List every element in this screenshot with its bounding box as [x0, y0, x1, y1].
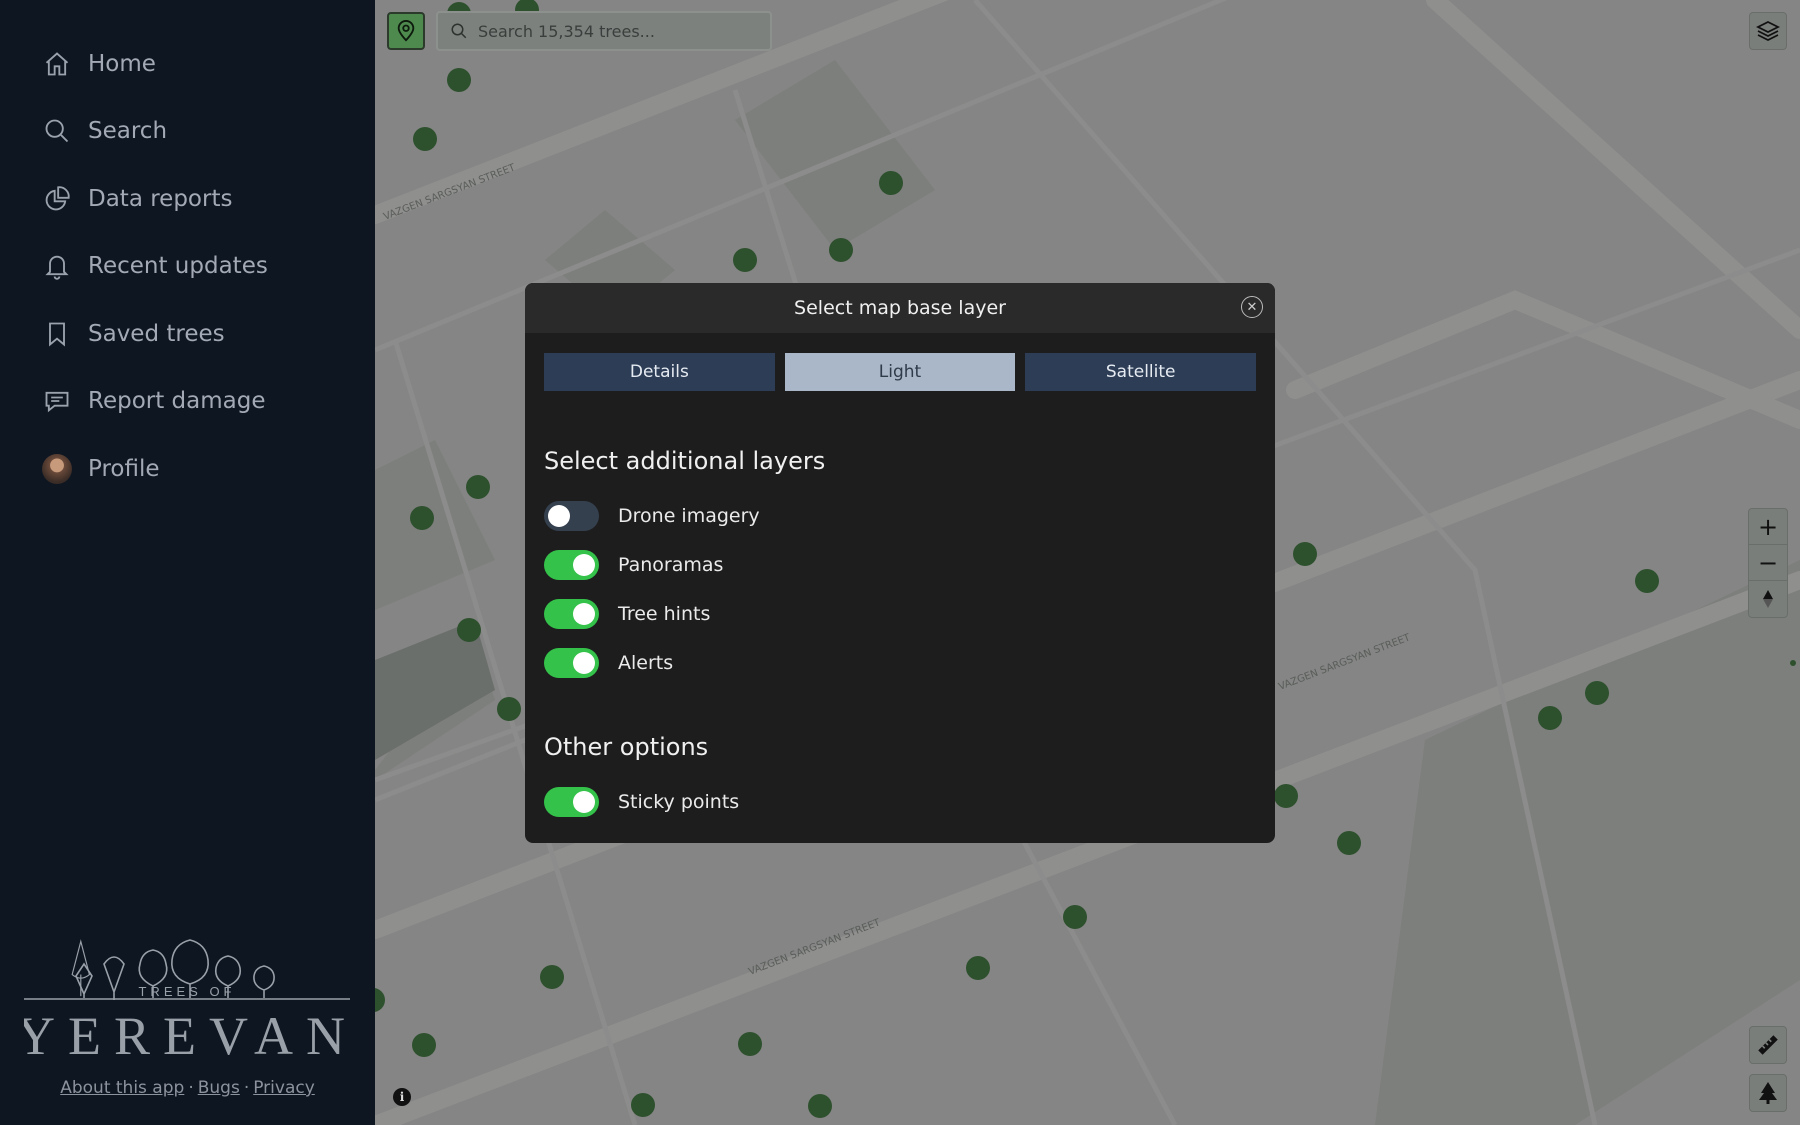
toggle-label: Sticky points: [618, 790, 740, 813]
sidebar-item-home[interactable]: Home: [0, 30, 375, 98]
sidebar-item-label: Report damage: [88, 388, 266, 415]
bookmark-icon: [42, 319, 72, 349]
base-layer-satellite[interactable]: Satellite: [1025, 353, 1257, 391]
layer-row-drone-imagery: Drone imagery: [525, 491, 1275, 540]
map-search[interactable]: [436, 11, 772, 51]
ruler-icon: [1758, 1035, 1778, 1055]
pie-chart-icon: [42, 184, 72, 214]
sidebar-item-label: Search: [88, 118, 168, 145]
sidebar: Home Search Data reports Recent updates …: [0, 0, 375, 1125]
base-layer-selector: Details Light Satellite: [525, 333, 1275, 391]
sidebar-item-label: Recent updates: [88, 253, 268, 280]
sidebar-item-profile[interactable]: Profile: [0, 435, 375, 503]
panoramas-toggle[interactable]: [544, 549, 599, 580]
sidebar-item-saved-trees[interactable]: Saved trees: [0, 300, 375, 368]
search-icon: [42, 116, 72, 146]
sidebar-item-search[interactable]: Search: [0, 98, 375, 166]
avatar: [42, 453, 72, 484]
toggle-label: Tree hints: [618, 602, 711, 625]
toggle-label: Panoramas: [618, 553, 724, 576]
sidebar-item-label: Saved trees: [88, 320, 225, 347]
other-options-heading: Other options: [544, 733, 709, 761]
add-tree-button[interactable]: [1749, 1074, 1787, 1112]
compass-icon: [1763, 590, 1773, 608]
sticky-points-toggle[interactable]: [544, 786, 599, 817]
search-input[interactable]: [478, 21, 758, 41]
sidebar-item-data-reports[interactable]: Data reports: [0, 165, 375, 233]
other-options-list: Sticky points: [525, 777, 1275, 826]
privacy-link[interactable]: Privacy: [253, 1078, 315, 1098]
search-icon: [451, 23, 467, 39]
dialog-header: Select map base layer ✕: [525, 283, 1275, 333]
zoom-in-button[interactable]: +: [1749, 509, 1787, 545]
info-button[interactable]: i: [393, 1088, 411, 1106]
base-layer-details[interactable]: Details: [544, 353, 775, 391]
additional-layers-heading: Select additional layers: [544, 447, 826, 475]
footer-links: About this app · Bugs · Privacy: [0, 1078, 375, 1098]
sidebar-item-label: Home: [88, 50, 156, 77]
layers-button[interactable]: [1749, 12, 1787, 50]
layer-row-alerts: Alerts: [525, 638, 1275, 687]
alerts-toggle[interactable]: [544, 647, 599, 678]
option-row-sticky-points: Sticky points: [525, 777, 1275, 826]
toggle-label: Drone imagery: [618, 504, 760, 527]
layers-icon: [1756, 20, 1780, 42]
dialog-title: Select map base layer: [794, 297, 1006, 319]
tree-hints-toggle[interactable]: [544, 598, 599, 629]
compass-button[interactable]: [1749, 581, 1787, 617]
about-link[interactable]: About this app: [60, 1078, 184, 1098]
map-pin-icon: [397, 20, 415, 42]
additional-layers-list: Drone imagery Panoramas Tree hints Alert…: [525, 491, 1275, 687]
measure-button[interactable]: [1749, 1026, 1787, 1064]
footer-separator: ·: [188, 1078, 194, 1098]
drone-imagery-toggle[interactable]: [544, 500, 599, 531]
locate-button[interactable]: [387, 12, 425, 50]
base-layer-light[interactable]: Light: [784, 353, 1016, 391]
layer-row-panoramas: Panoramas: [525, 540, 1275, 589]
sidebar-item-label: Profile: [88, 455, 160, 482]
sidebar-item-recent-updates[interactable]: Recent updates: [0, 233, 375, 301]
tree-icon: [1759, 1082, 1777, 1104]
sidebar-item-label: Data reports: [88, 185, 233, 212]
layer-row-tree-hints: Tree hints: [525, 589, 1275, 638]
close-button[interactable]: ✕: [1241, 296, 1263, 318]
comment-icon: [42, 386, 72, 416]
base-layer-dialog: Select map base layer ✕ Details Light Sa…: [525, 283, 1275, 843]
home-icon: [42, 49, 72, 79]
zoom-out-button[interactable]: −: [1749, 545, 1787, 581]
bell-icon: [42, 251, 72, 281]
sidebar-nav: Home Search Data reports Recent updates …: [0, 0, 375, 503]
logo-line2: YEREVAN: [24, 1006, 350, 1066]
trees-of-yerevan-logo: TREES OF YEREVAN: [16, 920, 350, 1070]
close-icon: ✕: [1246, 299, 1258, 315]
bugs-link[interactable]: Bugs: [198, 1078, 240, 1098]
logo-line1: TREES OF: [138, 984, 235, 999]
sidebar-item-report-damage[interactable]: Report damage: [0, 368, 375, 436]
footer-separator: ·: [243, 1078, 250, 1098]
zoom-controls: + −: [1748, 508, 1788, 618]
toggle-label: Alerts: [618, 651, 674, 674]
